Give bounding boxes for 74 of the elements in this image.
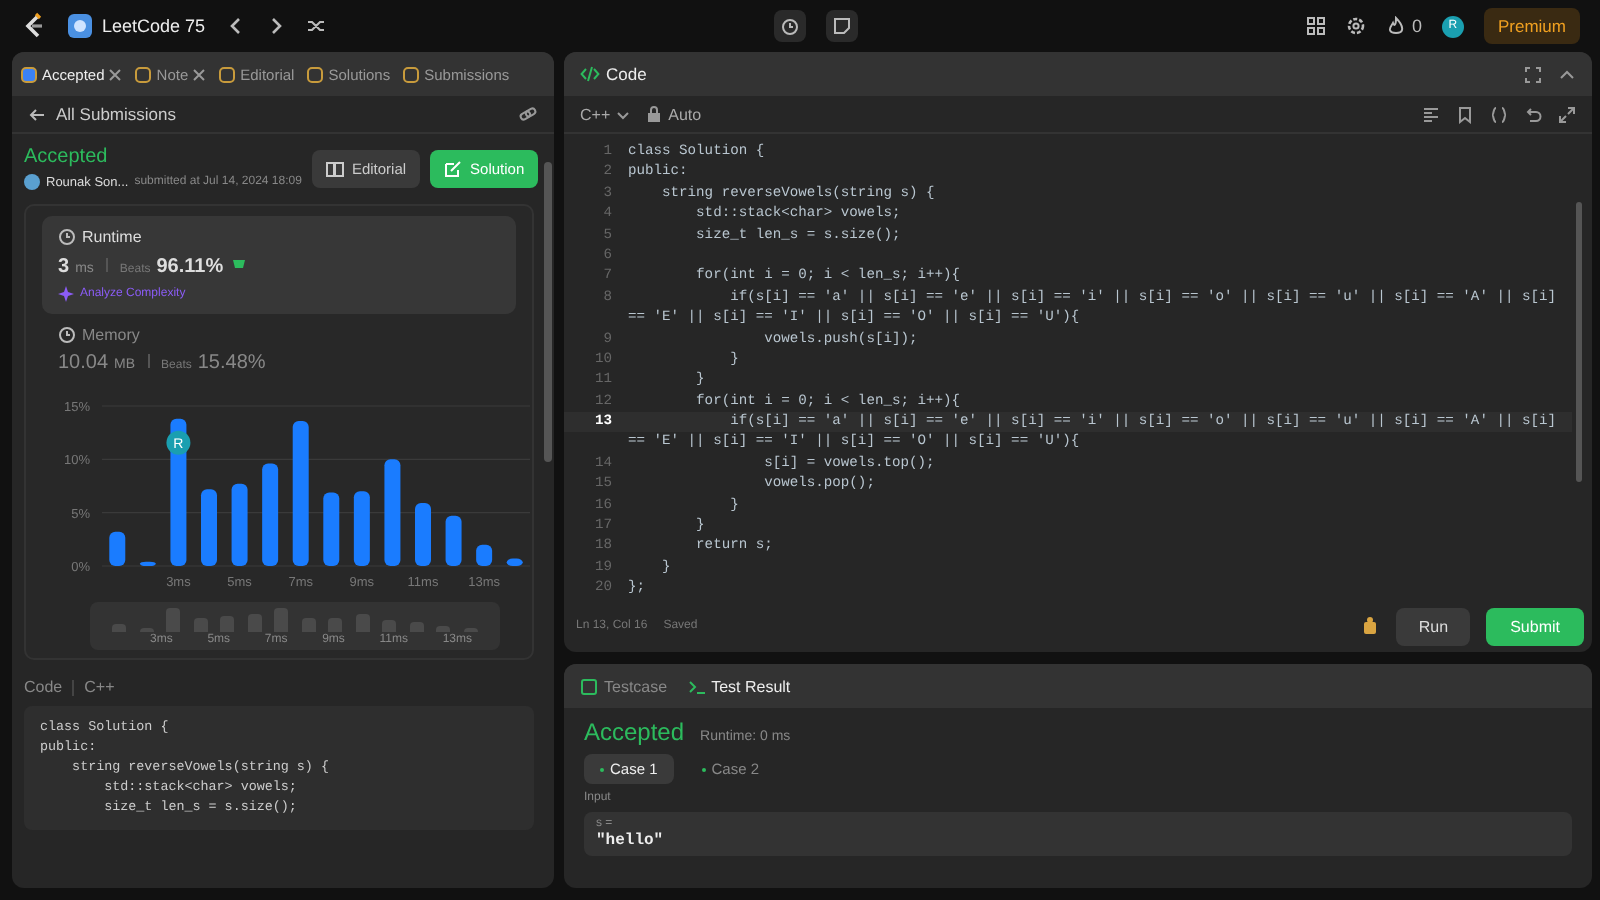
scrollbar[interactable] xyxy=(544,162,552,462)
grid-icon[interactable] xyxy=(1305,16,1326,36)
clock-icon xyxy=(58,326,76,344)
histogram-bar[interactable] xyxy=(262,463,279,566)
close-icon[interactable] xyxy=(108,67,123,81)
arrow-left-icon xyxy=(28,105,46,123)
premium-button[interactable]: Premium xyxy=(1483,8,1580,44)
metric-value: 10.04 xyxy=(58,352,109,374)
avatar xyxy=(24,174,40,190)
clock-icon xyxy=(58,228,76,246)
metric-title: Runtime xyxy=(82,228,142,246)
result-status: Accepted xyxy=(584,718,685,746)
panel-title: Code xyxy=(580,64,647,84)
code-label: Code xyxy=(24,678,63,696)
histogram-bar[interactable] xyxy=(109,531,126,566)
expand-icon[interactable] xyxy=(1558,105,1576,123)
console-tab[interactable]: Test Result xyxy=(687,677,791,695)
console-tab[interactable]: Testcase xyxy=(580,677,668,695)
lock-icon xyxy=(646,106,663,122)
tab-icon xyxy=(402,65,421,83)
format-icon[interactable] xyxy=(1422,105,1440,123)
scrollbar[interactable] xyxy=(1576,202,1582,482)
problem-list-link[interactable]: LeetCode 75 xyxy=(68,14,206,38)
list-icon xyxy=(68,14,92,38)
histogram-bar[interactable] xyxy=(292,420,309,566)
beats-percentage: 15.48% xyxy=(197,352,266,374)
alarm-icon xyxy=(779,16,800,36)
chevron-left-icon[interactable] xyxy=(225,16,246,36)
chevron-up-icon[interactable] xyxy=(1558,65,1576,83)
language-label: C++ xyxy=(84,678,115,696)
note-button[interactable] xyxy=(825,10,858,42)
metric-title: Memory xyxy=(82,326,140,344)
undo-icon[interactable] xyxy=(1524,105,1542,123)
histogram-bar[interactable] xyxy=(384,459,401,566)
code-icon xyxy=(580,64,600,84)
logo-icon[interactable] xyxy=(20,12,48,40)
histogram-bar[interactable] xyxy=(415,503,431,566)
book-icon xyxy=(325,160,344,178)
run-button[interactable]: Run xyxy=(1396,607,1471,645)
language-dropdown[interactable]: C++ xyxy=(580,105,631,123)
chevron-down-icon xyxy=(616,107,631,121)
beats-percentage: 96.11% xyxy=(156,256,224,278)
flame-icon xyxy=(1385,16,1406,36)
auto-mode-toggle[interactable]: Auto xyxy=(646,105,702,123)
link-icon[interactable] xyxy=(518,104,538,124)
tab-icon xyxy=(134,65,153,83)
shuffle-icon[interactable] xyxy=(305,16,326,36)
histogram-bar[interactable] xyxy=(506,558,523,566)
alarm-button[interactable] xyxy=(773,10,806,42)
submission-status: Accepted xyxy=(24,146,110,168)
histogram-bar[interactable] xyxy=(231,483,248,566)
histogram-bar[interactable] xyxy=(445,515,462,566)
fullscreen-icon[interactable] xyxy=(1524,65,1542,83)
tab-icon xyxy=(20,65,38,83)
streak-counter[interactable]: 0 xyxy=(1385,16,1422,36)
bookmark-icon[interactable] xyxy=(1456,105,1474,123)
close-icon[interactable] xyxy=(192,67,207,81)
input-value: "hello" xyxy=(596,832,666,850)
histogram-bar[interactable] xyxy=(201,489,217,566)
histogram-bar[interactable] xyxy=(353,491,370,566)
histogram-bar[interactable] xyxy=(139,561,156,566)
settings-icon[interactable] xyxy=(1345,16,1366,36)
all-submissions-link[interactable]: All Submissions xyxy=(28,104,176,124)
checkbox-icon xyxy=(580,677,598,695)
terminal-icon xyxy=(687,677,706,695)
metric-value: 3 xyxy=(58,256,70,278)
sparkle-icon xyxy=(58,286,74,302)
edit-icon xyxy=(444,160,463,178)
note-icon xyxy=(831,16,852,36)
braces-icon[interactable] xyxy=(1490,105,1508,123)
histogram-bar[interactable] xyxy=(323,492,340,566)
tab-icon xyxy=(218,65,237,83)
tab-icon xyxy=(306,65,325,83)
histogram-bar[interactable] xyxy=(476,544,493,566)
